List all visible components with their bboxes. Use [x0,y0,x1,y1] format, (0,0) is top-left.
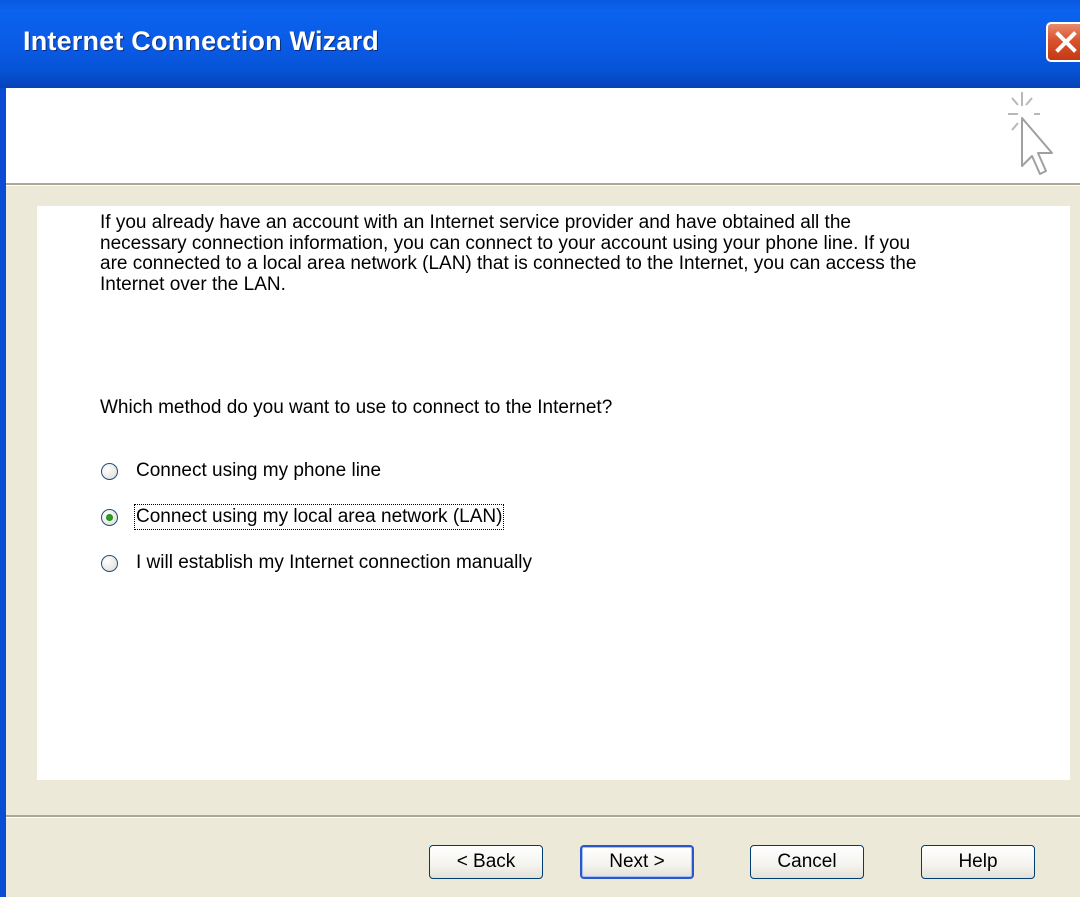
footer-divider [6,815,1080,818]
cancel-button[interactable]: Cancel [750,845,864,879]
header-divider [6,183,1080,186]
close-icon [1055,31,1077,53]
wizard-header [6,88,1080,183]
close-button[interactable] [1046,22,1080,62]
option-lan[interactable]: Connect using my local area network (LAN… [101,504,505,530]
wizard-cursor-sparkle-icon [1008,92,1053,175]
option-lan-label[interactable]: Connect using my local area network (LAN… [133,504,505,530]
option-phone-line-label[interactable]: Connect using my phone line [136,460,381,482]
window-frame-left [0,88,6,897]
back-button[interactable]: < Back [429,845,543,879]
help-button[interactable]: Help [921,845,1035,879]
title-bar[interactable]: Internet Connection Wizard [0,0,1080,88]
option-phone-line[interactable]: Connect using my phone line [101,458,381,484]
radio-manual[interactable] [101,554,118,572]
option-manual[interactable]: I will establish my Internet connection … [101,550,532,576]
next-button[interactable]: Next > [580,845,694,879]
intro-text: If you already have an account with an I… [100,212,917,295]
question-label: Which method do you want to use to conne… [100,397,613,418]
window-title: Internet Connection Wizard [23,26,379,56]
option-manual-label[interactable]: I will establish my Internet connection … [136,552,532,574]
radio-phone-line[interactable] [101,462,118,480]
radio-lan[interactable] [101,508,118,526]
